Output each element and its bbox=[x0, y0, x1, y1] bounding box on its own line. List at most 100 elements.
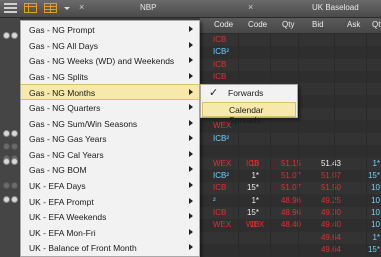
menu-item[interactable]: UK - Balance of Front Month bbox=[21, 240, 199, 256]
cell-ask: 51.43 bbox=[320, 158, 341, 168]
cell-code: WEX bbox=[213, 158, 232, 168]
menu-item[interactable]: Gas - NG All Days bbox=[21, 38, 199, 54]
cell-code: ICB bbox=[213, 183, 227, 193]
table-icon[interactable] bbox=[44, 3, 57, 13]
row-toggle[interactable] bbox=[3, 182, 19, 189]
submenu-item-forwards[interactable]: ✓ Forwards bbox=[202, 86, 296, 101]
submenu-item-calendar-spreads[interactable]: Calendar Spreads bbox=[202, 102, 296, 125]
menu-item-label: UK - EFA Prompt bbox=[29, 196, 94, 207]
table-row[interactable]: ICB² 1* 51.07 51.07 15* bbox=[200, 169, 381, 183]
menu-item[interactable]: Gas - NG Months bbox=[21, 84, 199, 101]
header-qty-2[interactable]: Qty bbox=[372, 20, 381, 29]
submenu-arrow-icon bbox=[189, 228, 193, 235]
submenu-arrow-icon bbox=[189, 89, 193, 96]
cell-code: ICB bbox=[213, 72, 227, 82]
menu-item[interactable]: Gas - NG Quarters bbox=[21, 100, 199, 116]
grid-icon[interactable] bbox=[24, 3, 37, 13]
table-row[interactable]: WEX ICB 10 51.15 51.43 1* bbox=[200, 157, 381, 171]
cell-code: ICB² bbox=[213, 170, 229, 180]
menu-item-label: Gas - NG Sum/Win Seasons bbox=[29, 118, 138, 129]
header-ask[interactable]: Ask bbox=[347, 20, 360, 29]
cell-code: ICB bbox=[213, 59, 227, 69]
submenu-arrow-icon bbox=[189, 104, 193, 110]
menu-item-label: Gas - NG Prompt bbox=[29, 25, 95, 35]
table-row[interactable] bbox=[200, 145, 381, 159]
submenu-arrow-icon bbox=[189, 57, 193, 64]
list-icon[interactable] bbox=[4, 3, 17, 13]
menu-item-label: UK - EFA Weekends bbox=[29, 212, 107, 223]
menu-item-label: Gas - NG Weeks (WD) and Weekends bbox=[29, 56, 175, 67]
table-row[interactable]: WEX WEX 10 48.40 49.40 10 bbox=[200, 219, 381, 233]
header-bid[interactable]: Bid bbox=[312, 20, 324, 29]
cell-qty2: 10 bbox=[371, 220, 380, 230]
cell-code: ICB bbox=[213, 35, 227, 44]
cell-qty2: 15* bbox=[367, 244, 380, 254]
menu-item-label: Gas - NG All Days bbox=[29, 40, 98, 51]
table-row[interactable]: ICB 15* 48.96 49.30 10 bbox=[200, 206, 381, 220]
row-toggle[interactable] bbox=[3, 32, 19, 39]
cell-ask: 49.64 bbox=[320, 232, 341, 242]
menu-item[interactable]: Gas - NG BOM bbox=[21, 162, 199, 178]
dropdown-icon[interactable] bbox=[63, 3, 71, 13]
menu-item-label: Gas - NG Gas Years bbox=[29, 134, 107, 145]
submenu-arrow-icon bbox=[189, 135, 193, 142]
menu-item[interactable]: UK - EFA Weekends bbox=[21, 209, 199, 225]
menu-item-label: UK - EFA Mon-Fri bbox=[29, 227, 96, 238]
menu-item[interactable]: UK - EFA Days bbox=[21, 178, 199, 194]
menu-item-label: Gas - NG Months bbox=[29, 88, 96, 99]
submenu-arrow-icon bbox=[189, 150, 193, 157]
menu-item[interactable]: Gas - NG Cal Years bbox=[21, 147, 199, 163]
submenu-arrow-icon bbox=[189, 213, 193, 220]
header-code-2[interactable]: Code bbox=[248, 20, 267, 29]
window-title-bar: × NBP × UK Baseload bbox=[0, 0, 381, 18]
cell-qty2: 1* bbox=[372, 232, 380, 242]
table-row[interactable]: ICB 15* 51.07 51.50 10 bbox=[200, 182, 381, 196]
cell-code: ICB² bbox=[213, 47, 229, 57]
cell-code: ICB bbox=[213, 207, 227, 217]
table-row[interactable]: ICB bbox=[200, 34, 381, 47]
cell-qty: 1* bbox=[251, 195, 259, 205]
submenu-arrow-icon bbox=[189, 72, 193, 79]
menu-item[interactable]: Gas - NG Gas Years bbox=[21, 131, 199, 147]
menu-item[interactable]: UK - EFA Mon-Fri bbox=[21, 225, 199, 241]
header-code[interactable]: Code bbox=[214, 20, 233, 29]
cell-code: ICB² bbox=[213, 133, 229, 143]
cell-qty2: 1* bbox=[372, 158, 380, 168]
table-row[interactable]: ICB bbox=[200, 58, 381, 72]
cell-ask: 49.40 bbox=[320, 220, 341, 230]
checkmark-icon: ✓ bbox=[209, 87, 219, 99]
menu-item-label: Gas - NG BOM bbox=[29, 165, 87, 176]
table-row[interactable]: ICB bbox=[200, 71, 381, 85]
table-row[interactable]: ICB² bbox=[200, 46, 381, 60]
menu-item[interactable]: Gas - NG Splits bbox=[21, 69, 199, 85]
menu-item-label: UK - Balance of Front Month bbox=[29, 243, 137, 254]
close-icon[interactable]: × bbox=[79, 2, 84, 12]
cell-ask: 51.50 bbox=[320, 183, 341, 193]
submenu-item-label: Forwards bbox=[228, 88, 264, 98]
table-row[interactable]: ICB² bbox=[200, 132, 381, 146]
table-row[interactable]: 49.64 15* bbox=[200, 243, 381, 257]
menu-item[interactable]: Gas - NG Weeks (WD) and Weekends bbox=[21, 53, 199, 69]
row-toggle[interactable] bbox=[3, 143, 19, 150]
submenu-arrow-icon bbox=[189, 244, 193, 251]
row-toggle[interactable] bbox=[3, 130, 19, 137]
menu-item[interactable]: Gas - NG Prompt bbox=[21, 22, 199, 38]
row-toggle[interactable] bbox=[3, 158, 19, 165]
menu-item[interactable]: Gas - NG Sum/Win Seasons bbox=[21, 116, 199, 132]
cell-ask: 49.64 bbox=[320, 244, 341, 254]
menu-item[interactable]: UK - EFA Prompt bbox=[21, 194, 199, 210]
menu-item-label: Gas - NG Quarters bbox=[29, 103, 101, 113]
cell-code: WEX bbox=[213, 220, 232, 230]
cell-qty: 15* bbox=[246, 183, 259, 193]
cell-qty2: 10 bbox=[371, 195, 380, 205]
submenu-arrow-icon bbox=[189, 41, 193, 48]
price-grid: ICB ICB² ICB ICB WEX ICB² WEX ICB 10 51.15 51.43 1*… bbox=[200, 34, 381, 257]
cell-qty: 1* bbox=[251, 170, 259, 180]
row-toggle[interactable] bbox=[3, 196, 19, 203]
header-qty[interactable]: Qty bbox=[282, 20, 294, 29]
table-row[interactable]: ² 1* 48.96 49.25 10 bbox=[200, 194, 381, 208]
table-row[interactable]: 49.64 1* bbox=[200, 231, 381, 245]
menu-item-label: Gas - NG Cal Years bbox=[29, 149, 104, 160]
close-icon[interactable]: × bbox=[248, 2, 253, 12]
cell-ask: 49.25 bbox=[320, 195, 341, 205]
